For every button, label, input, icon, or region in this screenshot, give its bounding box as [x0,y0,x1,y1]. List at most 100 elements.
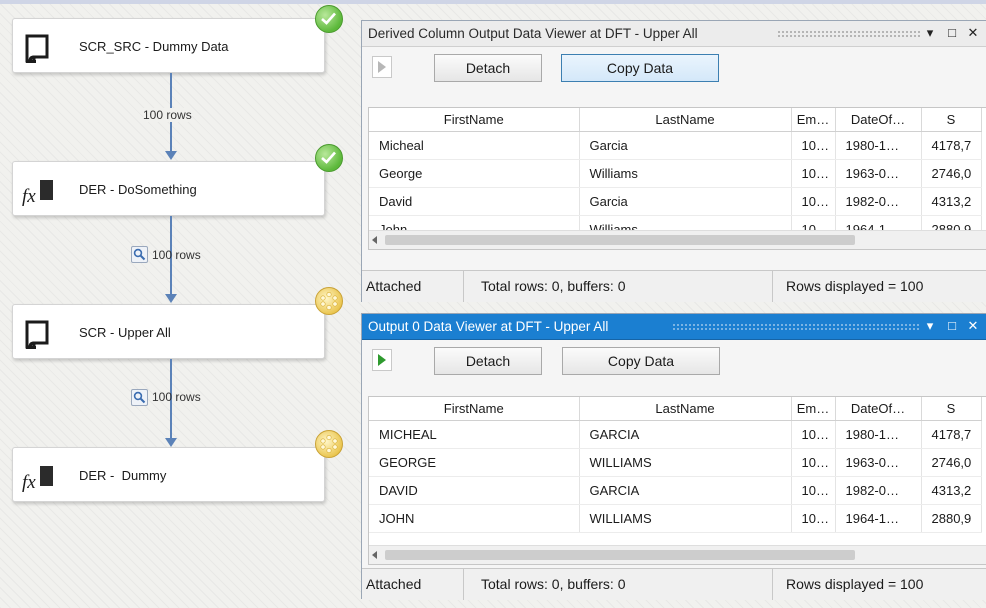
header-row: FirstName LastName Em… DateOf… S [369,397,982,421]
horizontal-scrollbar[interactable] [369,545,986,564]
viewer-status-bar: Attached Total rows: 0, buffers: 0 Rows … [362,568,986,600]
horizontal-scrollbar[interactable] [369,230,986,249]
node-der-dosomething[interactable]: fx DER - DoSomething [12,161,325,216]
column-header-firstname[interactable]: FirstName [369,108,580,132]
path-arrowhead [165,151,177,160]
cell: GARCIA [579,420,792,449]
cell: 1982-0… [835,476,922,505]
status-totals: Total rows: 0, buffers: 0 [481,576,626,592]
copy-data-button[interactable]: Copy Data [561,54,719,82]
table-row[interactable]: David Garcia 10… 1982-0… 4313,2 [369,187,982,216]
derived-column-fx-icon: fx [22,180,53,207]
cell: David [369,187,580,216]
close-icon[interactable]: ✕ [965,24,981,42]
column-header-em[interactable]: Em… [791,108,836,132]
table-row[interactable]: DAVID GARCIA 10… 1982-0… 4313,2 [369,476,982,505]
status-divider [772,271,773,302]
column-header-s[interactable]: S [921,397,982,421]
dropdown-arrow-icon[interactable]: ▾ [922,24,938,42]
cell: 4313,2 [921,476,982,505]
cell: WILLIAMS [579,504,792,533]
cell: GARCIA [579,476,792,505]
copy-data-button[interactable]: Copy Data [562,347,720,375]
path-row-count: 100 rows [152,248,201,262]
path-row-count: 100 rows [143,108,192,122]
cell: 1980-1… [835,420,922,449]
column-header-lastname[interactable]: LastName [579,108,792,132]
dropdown-arrow-icon[interactable]: ▾ [922,317,938,335]
detach-button[interactable]: Detach [434,347,542,375]
script-component-icon [25,320,49,349]
status-divider [463,569,464,600]
data-viewer-window-output-0[interactable]: Output 0 Data Viewer at DFT - Upper All … [361,313,986,600]
svg-text:fx: fx [22,472,36,493]
cell: Williams [579,159,792,188]
node-label: SCR_SRC - Dummy Data [79,39,229,54]
cell: MICHEAL [369,420,580,449]
cell: 1964-1… [835,504,922,533]
column-header-s[interactable]: S [921,108,982,132]
play-button[interactable] [372,56,392,78]
cell: Garcia [579,131,792,160]
column-header-em[interactable]: Em… [791,397,836,421]
play-button[interactable] [372,349,392,371]
status-totals: Total rows: 0, buffers: 0 [481,278,626,294]
viewer-status-bar: Attached Total rows: 0, buffers: 0 Rows … [362,270,986,302]
data-table: FirstName LastName Em… DateOf… S Micheal… [369,108,982,244]
scroll-left-arrow-icon[interactable] [372,236,377,244]
maximize-icon[interactable]: □ [944,24,960,42]
cell: 4313,2 [921,187,982,216]
success-check-icon [315,144,343,172]
cell: 10… [791,131,836,160]
viewer-title-bar[interactable]: Derived Column Output Data Viewer at DFT… [362,21,986,47]
data-viewer-magnifier-icon[interactable] [131,389,148,406]
cell: 4178,7 [921,131,982,160]
table-row[interactable]: George Williams 10… 1963-0… 2746,0 [369,159,982,188]
maximize-icon[interactable]: □ [944,317,960,335]
cell: 10… [791,504,836,533]
detach-button[interactable]: Detach [434,54,542,82]
path-arrowhead [165,438,177,447]
cell: 1980-1… [835,131,922,160]
scrollbar-thumb[interactable] [385,235,855,245]
scroll-left-arrow-icon[interactable] [372,551,377,559]
column-header-dateof[interactable]: DateOf… [835,397,922,421]
data-grid[interactable]: FirstName LastName Em… DateOf… S MICHEAL… [368,396,986,565]
data-viewer-window-derived-column[interactable]: Derived Column Output Data Viewer at DFT… [361,20,986,302]
column-header-firstname[interactable]: FirstName [369,397,580,421]
cell: 10… [791,187,836,216]
cell: WILLIAMS [579,448,792,477]
viewer-title: Derived Column Output Data Viewer at DFT… [368,26,698,41]
column-header-lastname[interactable]: LastName [579,397,792,421]
cell: Garcia [579,187,792,216]
cell: 10… [791,448,836,477]
data-viewer-magnifier-icon[interactable] [131,246,148,263]
table-row[interactable]: GEORGE WILLIAMS 10… 1963-0… 2746,0 [369,448,982,477]
path-row-count: 100 rows [152,390,201,404]
viewer-title-bar[interactable]: Output 0 Data Viewer at DFT - Upper All … [362,314,986,340]
cell: 10… [791,159,836,188]
cell: 2746,0 [921,159,982,188]
cell: George [369,159,580,188]
title-grip [672,323,920,330]
table-row[interactable]: MICHEAL GARCIA 10… 1980-1… 4178,7 [369,420,982,449]
status-rows-displayed: Rows displayed = 100 [786,576,924,592]
data-flow-canvas[interactable]: SCR_SRC - Dummy Data 100 rows fx DER - D… [0,0,360,608]
status-divider [772,569,773,600]
scrollbar-thumb[interactable] [385,550,855,560]
node-scr-upper-all[interactable]: SCR - Upper All [12,304,325,359]
node-der-dummy[interactable]: fx DER - Dummy [12,447,325,502]
status-divider [463,271,464,302]
executing-spinner-icon [315,287,343,315]
derived-column-fx-icon: fx [22,466,53,493]
data-grid[interactable]: FirstName LastName Em… DateOf… S Micheal… [368,107,986,250]
close-icon[interactable]: ✕ [965,317,981,335]
table-row[interactable]: Micheal Garcia 10… 1980-1… 4178,7 [369,131,982,160]
table-row[interactable]: JOHN WILLIAMS 10… 1964-1… 2880,9 [369,504,982,533]
cell: 2880,9 [921,504,982,533]
svg-text:fx: fx [22,186,36,207]
viewer-toolbar: Detach Copy Data [362,47,986,88]
header-row: FirstName LastName Em… DateOf… S [369,108,982,132]
node-scr-src-dummy-data[interactable]: SCR_SRC - Dummy Data [12,18,325,73]
column-header-dateof[interactable]: DateOf… [835,108,922,132]
